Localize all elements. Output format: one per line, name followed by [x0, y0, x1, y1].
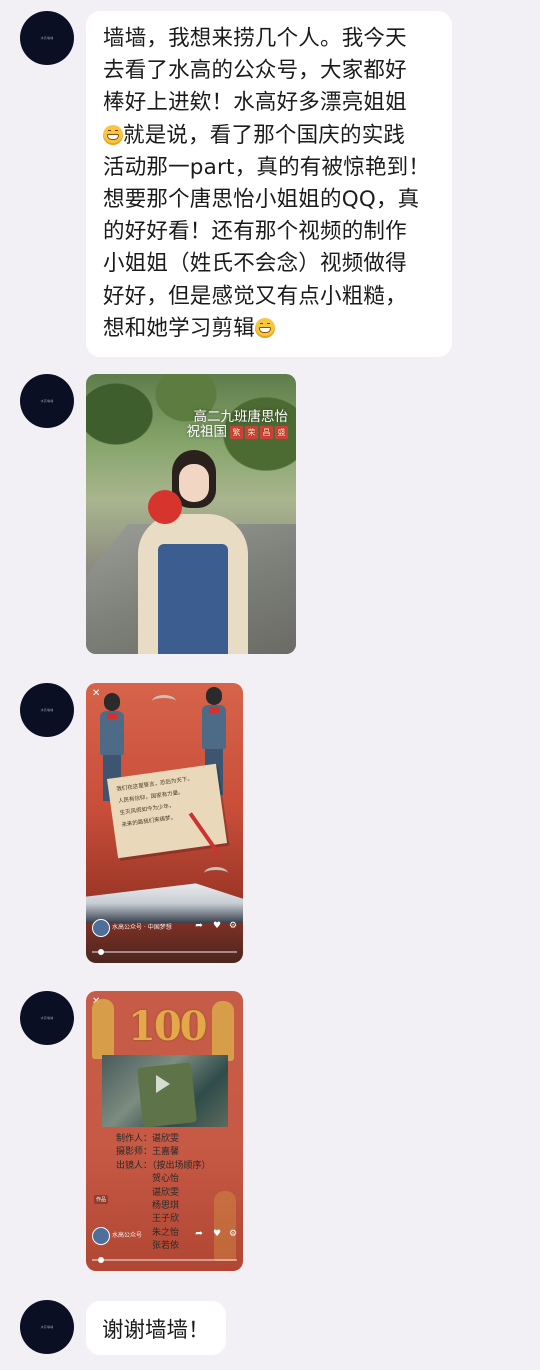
book-image [137, 1062, 197, 1128]
sender-avatar[interactable]: 水高墙墙 [20, 11, 74, 65]
message-line: 活动那一part，真的有被惊艳到！ [103, 154, 430, 180]
channel-name: 水高公众号 [112, 1232, 143, 1239]
caption-tag: 昌 [260, 425, 273, 439]
message-line: 想要那个唐思怡小姐姐的QQ，真 [103, 187, 420, 213]
share-icon[interactable]: ➦ [194, 921, 204, 931]
grinning-face-emoji-icon [103, 124, 123, 145]
avatar-label: 水高墙墙 [40, 36, 54, 40]
like-icon[interactable]: ♥ [212, 1229, 222, 1239]
sender-avatar[interactable]: 水高墙墙 [20, 374, 74, 428]
settings-icon[interactable]: ⚙ [228, 921, 238, 931]
dove-icon [152, 695, 176, 708]
share-icon[interactable]: ➦ [194, 1229, 204, 1239]
channel-avatar[interactable] [92, 919, 110, 937]
caption-tag: 繁 [230, 425, 243, 439]
photo-caption-line: 高二九班唐思怡 [193, 409, 289, 425]
progress-knob[interactable] [98, 1257, 104, 1263]
message-text: 谢谢墙墙！ [102, 1317, 210, 1343]
sender-avatar[interactable]: 水高墙墙 [20, 1300, 74, 1354]
grinning-face-emoji-icon [254, 317, 275, 338]
caption-tag: 盛 [275, 425, 288, 439]
channel-avatar[interactable] [92, 1227, 110, 1245]
silhouette-figure [92, 999, 114, 1059]
photo-person-face [179, 464, 209, 502]
image-message[interactable]: 高二九班唐思怡 祝祖国 繁 荣 昌 盛 [86, 374, 296, 654]
video-message[interactable]: ✕ 我们在这里誓言，恐后为天下。 人民有信仰，国家有力量。 生灭风雨如今为少年，… [86, 683, 243, 963]
photo-red-fan [148, 490, 182, 524]
progress-knob[interactable] [98, 949, 104, 955]
photo-person-overalls [158, 544, 228, 654]
video-frame-photo [102, 1055, 228, 1128]
credit-line: 摄影师：王嘉馨 [116, 1147, 180, 1158]
avatar-label: 水高墙墙 [40, 1016, 54, 1020]
dove-icon [204, 867, 228, 880]
message-line: 墙墙，我想来捞几个人。我今天 [103, 26, 407, 51]
like-icon[interactable]: ♥ [212, 921, 222, 931]
message-bubble[interactable]: 墙墙，我想来捞几个人。我今天 去看了水高的公众号，大家都好 棒好上进欸！水高好多… [86, 11, 452, 358]
message-bubble[interactable]: 谢谢墙墙！ [86, 1301, 226, 1355]
avatar-label: 水高墙墙 [40, 708, 54, 712]
message-line: 就是说，看了那个国庆的实践 [123, 122, 406, 148]
photo-caption-line: 祝祖国 [186, 424, 228, 440]
caption-tag: 荣 [245, 425, 258, 439]
sender-avatar[interactable]: 水高墙墙 [20, 683, 74, 737]
credit-line: 出镜人：（按出场顺序） [116, 1160, 211, 1171]
sender-avatar[interactable]: 水高墙墙 [20, 991, 74, 1045]
photo-caption: 高二九班唐思怡 祝祖国 繁 荣 昌 盛 [186, 409, 289, 440]
message-line: 好好，但是感觉又有点小粗糙， [103, 283, 407, 309]
avatar-label: 水高墙墙 [40, 1325, 54, 1329]
video-badge: 作品 [94, 1195, 109, 1204]
silhouette-figure [212, 1001, 234, 1061]
message-line: 小姐姐（姓氏不会念）视频做得 [103, 251, 407, 277]
video-title-number: 100 [128, 1003, 207, 1050]
credit-line: 杨思琪 [152, 1201, 180, 1212]
video-progress-bar[interactable] [92, 1257, 237, 1263]
message-line: 棒好上进欸！水高好多漂亮姐姐 [103, 90, 407, 116]
message-line: 去看了水高的公众号，大家都好 [103, 58, 407, 84]
credit-line: 制作人：谌欣雯 [116, 1134, 180, 1144]
video-progress-bar[interactable] [92, 949, 237, 955]
video-player-bar: 水高公众号 · 中国梦想 ➦ ♥ ⚙ [86, 915, 243, 945]
message-line: 想和她学习剪辑 [103, 315, 255, 341]
credit-line: 贺心怡 [152, 1174, 180, 1185]
avatar-label: 水高墙墙 [40, 399, 54, 403]
video-player-bar: 水高公众号 ➦ ♥ ⚙ [86, 1223, 243, 1253]
play-icon[interactable] [156, 1075, 170, 1093]
video-message[interactable]: ✕ 100 制作人：谌欣雯 摄影师：王嘉馨 出镜人：（按出场顺序） 贺心怡 谌欣… [86, 991, 243, 1271]
channel-name: 水高公众号 · 中国梦想 [112, 924, 172, 931]
credit-line: 谌欣雯 [152, 1187, 180, 1198]
settings-icon[interactable]: ⚙ [228, 1229, 238, 1239]
message-line: 的好好看！还有那个视频的制作 [103, 219, 407, 245]
